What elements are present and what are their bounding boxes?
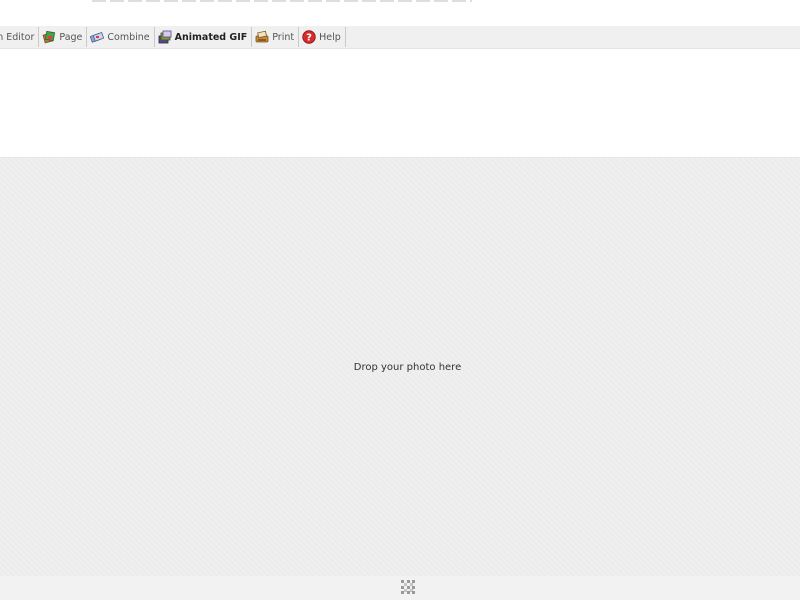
tab-label: Animated GIF xyxy=(174,31,248,43)
tab-label: Page xyxy=(59,31,83,43)
top-strip xyxy=(0,0,800,4)
tab-label: Help xyxy=(319,31,341,43)
tab-animated-gif[interactable]: Animated GIF xyxy=(155,27,253,47)
drop-prompt: Drop your photo here xyxy=(353,362,462,373)
resize-handle-icon[interactable] xyxy=(401,580,415,594)
top-cut-off-line xyxy=(92,0,472,2)
tab-label: Combine xyxy=(107,31,150,43)
toolbar-tabs: ch Editor Page xyxy=(0,27,346,47)
photo-drop-zone[interactable]: Drop your photo here xyxy=(0,157,800,577)
tab-batch-editor[interactable]: ch Editor xyxy=(0,27,40,47)
app-window: ch Editor Page xyxy=(0,0,800,600)
page-icon xyxy=(42,30,56,44)
tab-label: ch Editor xyxy=(0,31,35,43)
main-toolbar: ch Editor Page xyxy=(0,26,800,49)
tab-label: Print xyxy=(272,31,295,43)
tab-combine[interactable]: Combine xyxy=(87,27,155,47)
tab-page[interactable]: Page xyxy=(39,27,88,47)
print-icon xyxy=(255,30,269,44)
help-icon: ? xyxy=(302,30,316,44)
options-panel xyxy=(0,49,800,157)
tab-print[interactable]: Print xyxy=(252,27,300,47)
combine-icon xyxy=(90,30,105,44)
animated-gif-icon xyxy=(158,30,172,44)
svg-text:?: ? xyxy=(306,33,312,44)
tab-help[interactable]: ? Help xyxy=(299,27,346,47)
bottom-bar xyxy=(0,576,800,600)
